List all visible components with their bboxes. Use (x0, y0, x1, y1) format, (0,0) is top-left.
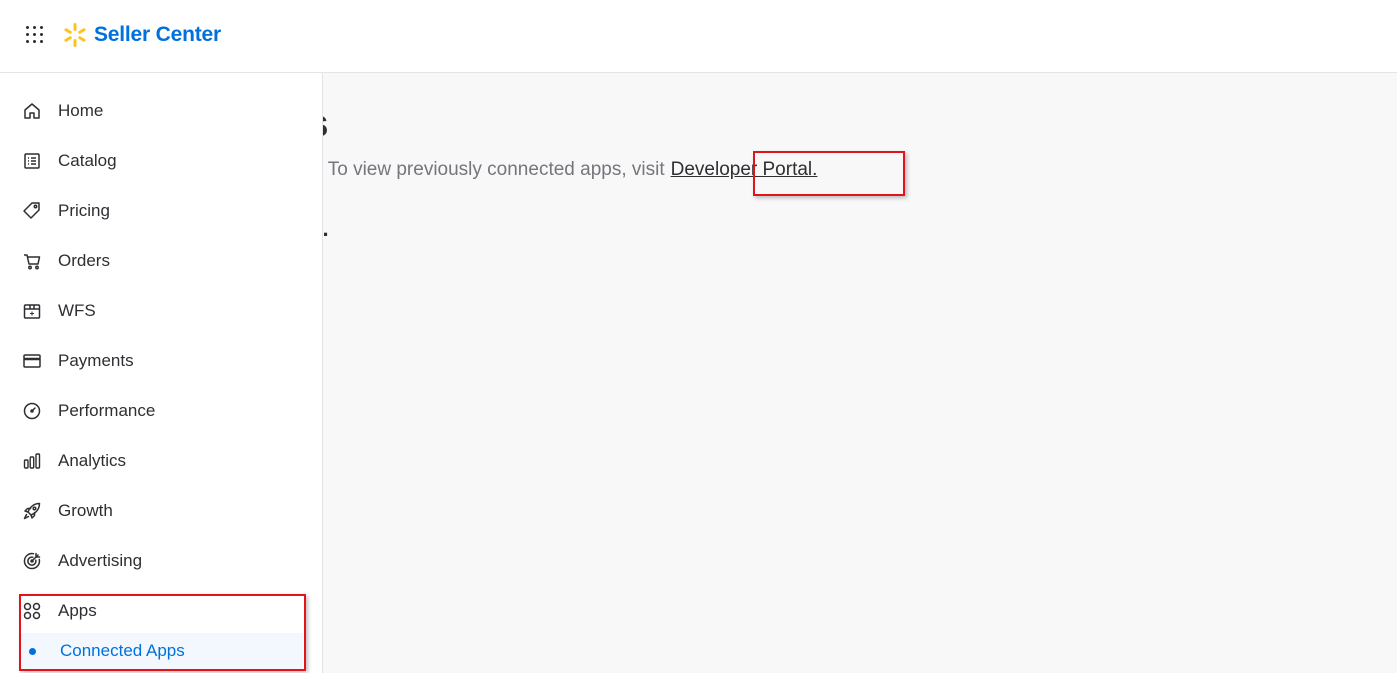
seller-center-logo[interactable]: Seller Center (62, 22, 221, 48)
developer-portal-link[interactable]: Developer Portal. (671, 159, 818, 180)
sidebar-item-label: WFS (58, 301, 96, 320)
sidebar-item-label: Pricing (58, 201, 110, 220)
sidebar-subitem-connected-apps[interactable]: Connected Apps (20, 633, 303, 669)
price-tag-icon (20, 199, 44, 223)
sidebar-item-orders[interactable]: Orders (20, 241, 303, 281)
sidebar-item-label: Analytics (58, 451, 127, 470)
sidebar-item-payments[interactable]: Payments (20, 341, 303, 381)
sidebar-item-apps[interactable]: Apps (20, 591, 303, 631)
sidebar-item-label: Performance (58, 401, 156, 420)
cart-icon (20, 249, 44, 273)
empty-state-message: d. (323, 216, 329, 241)
walmart-spark-icon (64, 23, 86, 47)
active-dot-icon (29, 647, 36, 655)
apps-grid-icon (20, 599, 44, 623)
sidebar-item-label: Payments (58, 351, 134, 370)
credit-card-icon (20, 349, 44, 373)
home-icon (20, 99, 44, 123)
sidebar-item-wfs[interactable]: WFS (20, 291, 303, 331)
sidebar-item-label: Apps (58, 601, 97, 620)
top-header: Seller Center (0, 0, 1397, 73)
sidebar-item-label: Growth (58, 501, 113, 520)
sidebar: Home Catalog Pricing Orders WFS Payments (0, 73, 323, 673)
page-title: pps (323, 103, 329, 146)
sidebar-item-analytics[interactable]: Analytics (20, 441, 303, 481)
sidebar-item-home[interactable]: Home (20, 91, 303, 131)
main-content: pps apps here. To view previously connec… (323, 73, 1397, 673)
sidebar-item-performance[interactable]: Performance (20, 391, 303, 431)
box-icon (20, 299, 44, 323)
rocket-icon (20, 499, 44, 523)
sidebar-subitem-label: Connected Apps (60, 641, 185, 660)
sidebar-item-label: Advertising (58, 551, 143, 570)
target-icon (20, 549, 44, 573)
description-text: apps here. To view previously connected … (323, 159, 665, 180)
grid-dots-icon[interactable] (26, 26, 45, 45)
bar-chart-icon (20, 449, 44, 473)
sidebar-item-catalog[interactable]: Catalog (20, 141, 303, 181)
page-description: apps here. To view previously connected … (323, 159, 817, 181)
gauge-icon (20, 399, 44, 423)
sidebar-item-label: Orders (58, 251, 110, 270)
sidebar-item-label: Catalog (58, 151, 117, 170)
brand-name: Seller Center (94, 23, 221, 46)
sidebar-item-advertising[interactable]: Advertising (20, 541, 303, 581)
sidebar-item-growth[interactable]: Growth (20, 491, 303, 531)
sidebar-item-label: Home (58, 101, 104, 120)
sidebar-item-pricing[interactable]: Pricing (20, 191, 303, 231)
catalog-list-icon (20, 149, 44, 173)
